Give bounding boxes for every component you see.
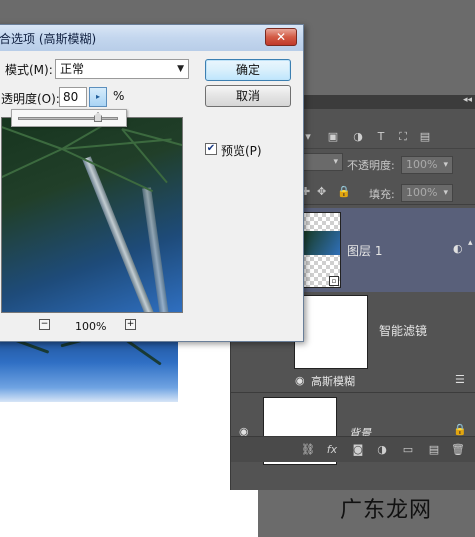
eye-icon[interactable]: ◉ — [295, 374, 305, 387]
blending-options-dialog: 合选项 (高斯模糊) ✕ 模式(M): 正常 ▼ 透明度(O): 80 ▸ % — [0, 24, 304, 342]
smart-object-icon: ▫ — [329, 276, 339, 286]
opacity-slider-track[interactable] — [18, 117, 118, 120]
layer1-name[interactable]: 图层 1 — [347, 242, 382, 259]
opacity-input[interactable]: 80 — [59, 87, 87, 107]
mode-value: 正常 — [60, 62, 85, 76]
dialog-title: 合选项 (高斯模糊) — [0, 32, 97, 46]
layer1-thumbnail: ▫ — [301, 212, 341, 288]
filter-options-icon[interactable]: ☰ — [455, 373, 465, 386]
close-button[interactable]: ✕ — [265, 28, 297, 46]
plus-icon: + — [126, 319, 135, 329]
watermark: 广东龙网 — [340, 498, 433, 523]
link-layers-icon[interactable]: ⛓ — [301, 443, 315, 457]
mode-label: 模式(M): — [5, 63, 53, 77]
mode-select[interactable]: 正常 ▼ — [55, 59, 189, 79]
fill-label: 填充: — [369, 188, 395, 201]
image-filter-icon[interactable]: ▣ — [326, 130, 340, 144]
expand-arrow-icon[interactable]: ▴ — [468, 238, 473, 248]
checkmark-icon: ✔ — [206, 143, 216, 154]
opacity-slider-toggle[interactable]: ▸ — [89, 87, 107, 107]
adjustment-layer-icon[interactable]: ◑ — [375, 443, 389, 457]
adjustment-filter-icon[interactable]: ◑ — [351, 130, 365, 144]
add-mask-icon[interactable]: ◙ — [351, 443, 365, 457]
new-group-icon[interactable]: ▭ — [401, 443, 415, 457]
layer-opacity-field[interactable]: 100% ▾ — [401, 156, 453, 174]
smart-object-filter-icon[interactable]: ▤ — [418, 130, 432, 144]
preview-label[interactable]: 预览(P) — [221, 142, 262, 159]
collapse-icon[interactable]: ◂◂ — [463, 95, 472, 105]
chevron-down-icon: ▾ — [443, 188, 448, 198]
smart-filter-mask-thumbnail[interactable] — [294, 295, 368, 369]
dialog-body: 模式(M): 正常 ▼ 透明度(O): 80 ▸ % − 100% + 确定 取… — [0, 51, 303, 341]
document-canvas-white — [0, 402, 258, 537]
move-icon[interactable]: ✥ — [317, 185, 326, 198]
opacity-label: 透明度(O): — [1, 92, 60, 106]
opacity-slider-popup — [11, 109, 127, 127]
zoom-value: 100% — [75, 320, 107, 333]
chevron-down-icon: ▼ — [177, 64, 184, 74]
layer-fill-field[interactable]: 100% ▾ — [401, 184, 453, 202]
filter-preview[interactable] — [1, 117, 183, 313]
screen: ◂◂ ▾ ▣ ◑ T ⛶ ▤ ▾ 不透明度: 100% ▾ ✚ ✥ 🔒 填充: 1… — [0, 0, 475, 537]
opacity-value: 80 — [63, 90, 79, 104]
lock-icon: 🔒 — [453, 423, 467, 436]
fx-icon[interactable]: fx — [325, 443, 339, 457]
type-filter-icon[interactable]: T — [374, 130, 388, 144]
chevron-down-icon: ▾ — [333, 157, 338, 167]
smart-filters-label: 智能滤镜 — [379, 324, 428, 338]
opacity-label: 不透明度: — [347, 159, 395, 172]
layer-opacity-value: 100% — [406, 158, 438, 171]
dialog-titlebar[interactable]: 合选项 (高斯模糊) ✕ — [0, 25, 303, 51]
smart-filter-indicator-icon: ◐ — [453, 242, 463, 255]
preview-checkbox[interactable]: ✔ — [205, 143, 217, 155]
shape-filter-icon[interactable]: ⛶ — [396, 130, 410, 144]
opacity-unit: % — [113, 89, 125, 103]
panel-footer: ⛓ fx ◙ ◑ ▭ ▤ 🗑 — [231, 436, 475, 462]
zoom-out-button[interactable]: − — [39, 319, 50, 330]
minus-icon: − — [40, 319, 49, 329]
lock-all-icon[interactable]: 🔒 — [337, 185, 351, 198]
opacity-slider-thumb[interactable] — [94, 112, 102, 122]
layer-fill-value: 100% — [406, 186, 438, 199]
chevron-right-icon: ▸ — [95, 92, 100, 101]
trash-icon[interactable]: 🗑 — [451, 443, 465, 457]
close-icon: ✕ — [275, 30, 287, 44]
zoom-controls: − 100% + — [0, 315, 191, 337]
new-layer-icon[interactable]: ▤ — [427, 443, 441, 457]
zoom-in-button[interactable]: + — [125, 319, 136, 330]
cancel-button[interactable]: 取消 — [205, 85, 291, 107]
chevron-down-icon: ▾ — [443, 160, 448, 170]
ok-button[interactable]: 确定 — [205, 59, 291, 81]
filter-name[interactable]: 高斯模糊 — [311, 373, 355, 389]
